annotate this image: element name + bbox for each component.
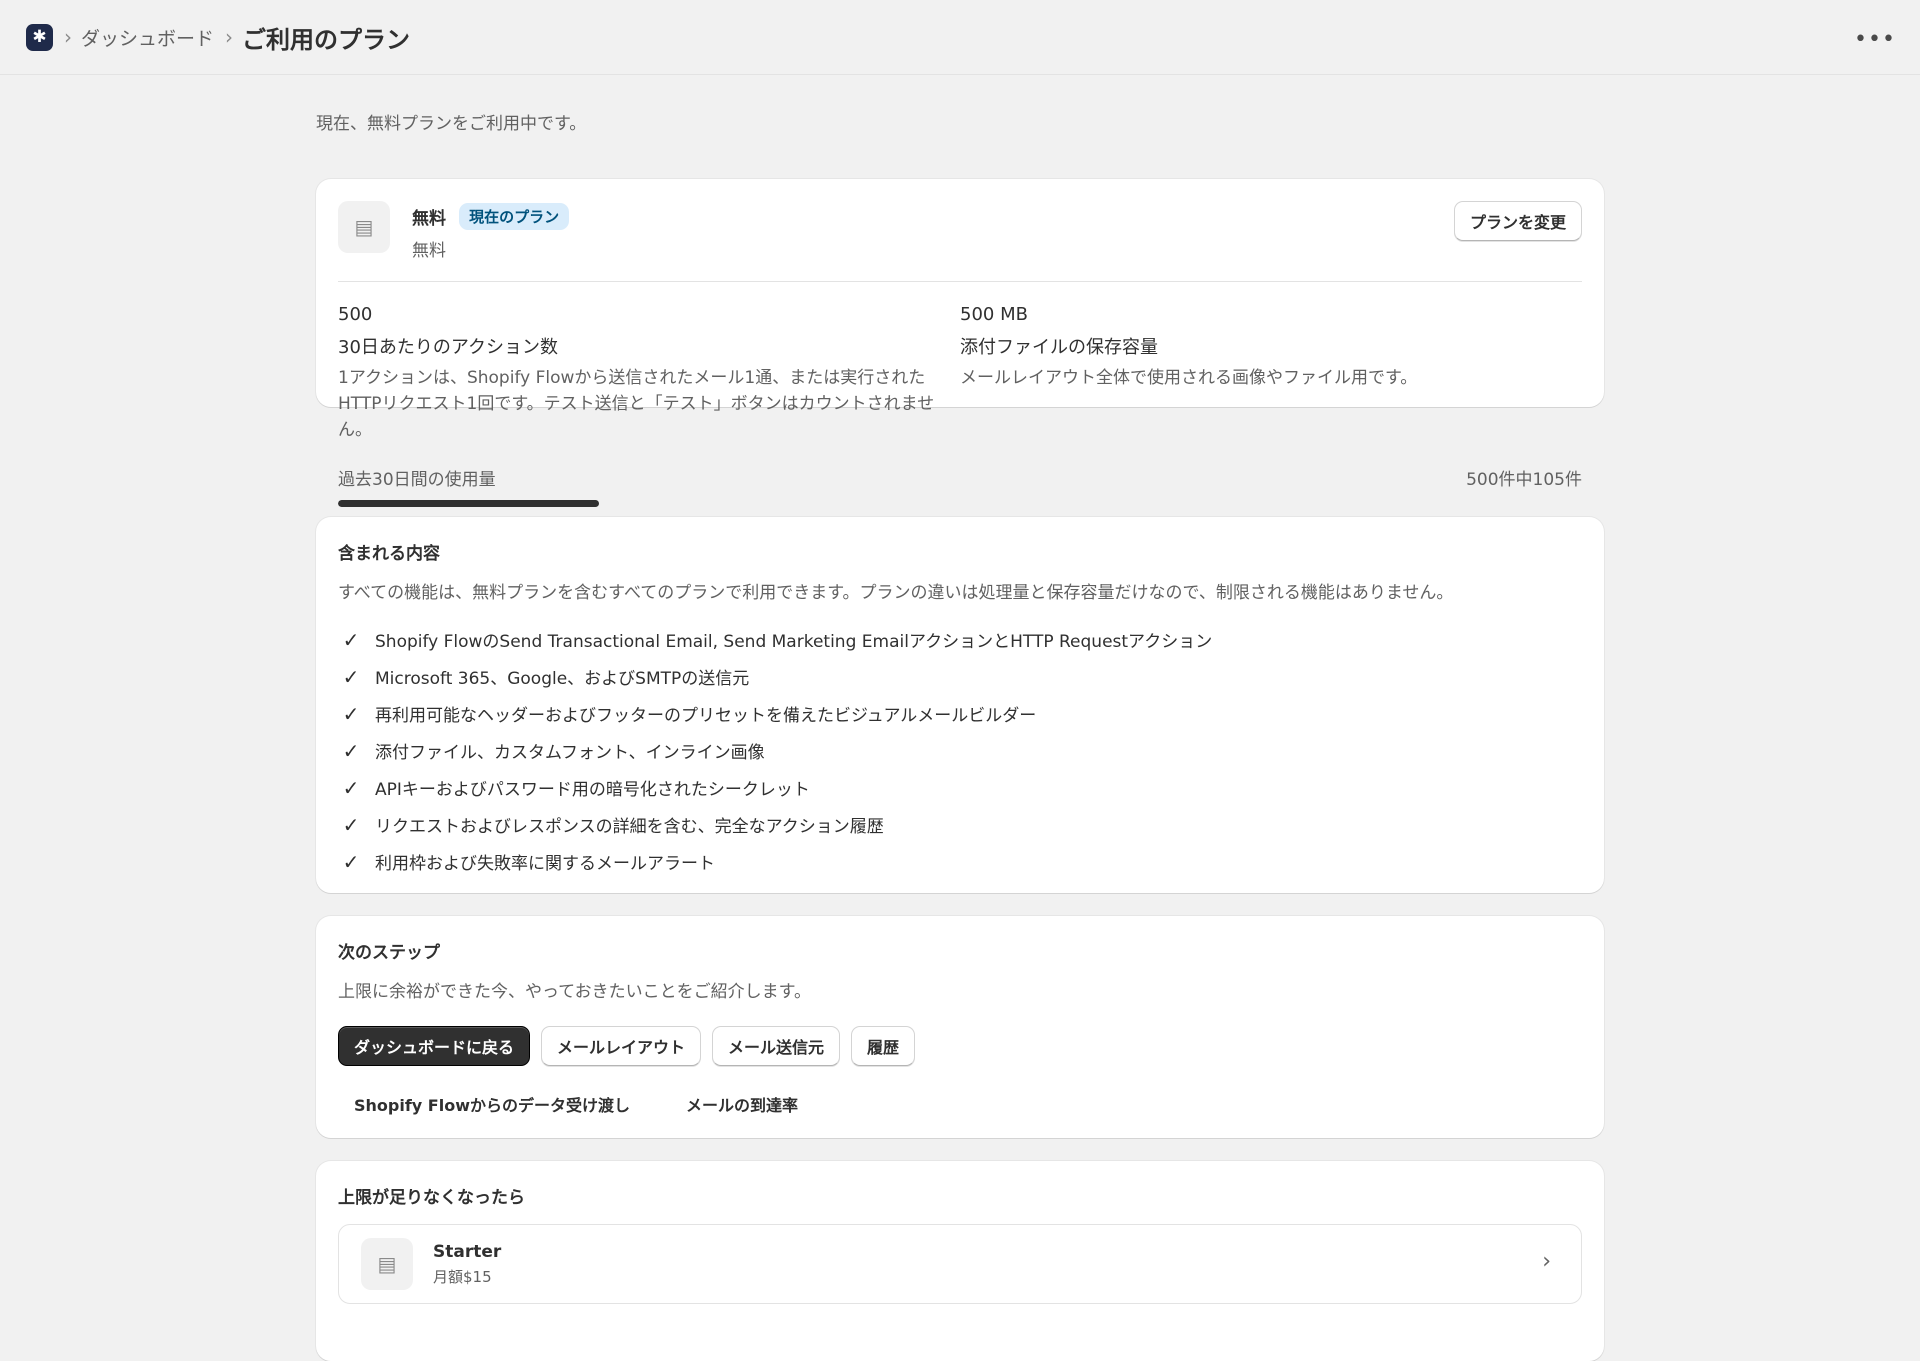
- included-title: 含まれる内容: [338, 544, 440, 564]
- history-button[interactable]: 履歴: [851, 1026, 916, 1066]
- included-description: すべての機能は、無料プランを含むすべてのプランで利用できます。プランの違いは処理…: [338, 583, 1454, 603]
- current-plan-card: ▤ 無料 現在のプラン 無料 プランを変更 500 30日あたりのアクション数 …: [316, 179, 1604, 507]
- change-plan-button[interactable]: プランを変更: [1453, 201, 1582, 241]
- starter-plan-price: 月額$15: [433, 1267, 492, 1286]
- feature-text: Shopify FlowのSend Transactional Email, S…: [375, 632, 1213, 652]
- upgrade-card: 上限が足りなくなったら ▤ Starter 月額$15 ›: [316, 1161, 1604, 1361]
- starter-plan-option[interactable]: ▤ Starter 月額$15 ›: [338, 1224, 1582, 1304]
- checkmark-icon: ✓: [342, 812, 360, 837]
- email-senders-button[interactable]: メール送信元: [712, 1026, 841, 1066]
- app-logo-icon[interactable]: ✱: [26, 23, 53, 51]
- checkmark-icon: ✓: [342, 738, 360, 763]
- checkmark-icon: ✓: [342, 849, 360, 874]
- usage-count: 500件中105件: [1466, 470, 1582, 490]
- storage-metric: 500 MB 添付ファイルの保存容量 メールレイアウト全体で使用される画像やファ…: [960, 304, 1582, 443]
- email-layouts-button[interactable]: メールレイアウト: [541, 1026, 702, 1066]
- flow-data-link[interactable]: Shopify Flowからのデータ受け渡し: [338, 1084, 646, 1124]
- page-intro: 現在、無料プランをご利用中です。: [316, 114, 587, 134]
- back-to-dashboard-button[interactable]: ダッシュボードに戻る: [338, 1026, 531, 1066]
- plan-icon: ▤: [361, 1238, 413, 1290]
- feature-text: APIキーおよびパスワード用の暗号化されたシークレット: [375, 780, 810, 800]
- upgrade-title: 上限が足りなくなったら: [338, 1188, 525, 1208]
- feature-text: 添付ファイル、カスタムフォント、インライン画像: [375, 743, 765, 763]
- usage-progress-fill: [338, 500, 600, 507]
- feature-text: Microsoft 365、Google、およびSMTPの送信元: [375, 669, 750, 689]
- feature-text: リクエストおよびレスポンスの詳細を含む、完全なアクション履歴: [375, 817, 884, 837]
- starter-plan-name: Starter: [433, 1241, 502, 1262]
- next-steps-title: 次のステップ: [338, 943, 440, 963]
- feature-item: ✓ APIキーおよびパスワード用の暗号化されたシークレット: [338, 769, 1582, 806]
- feature-list: ✓ Shopify FlowのSend Transactional Email, …: [338, 621, 1582, 880]
- plan-name: 無料: [412, 209, 446, 229]
- current-plan-badge: 現在のプラン: [459, 203, 570, 230]
- page-title: ご利用のプラン: [242, 25, 411, 54]
- next-steps-card: 次のステップ 上限に余裕ができた今、やっておきたいことをご紹介します。 ダッシュ…: [316, 916, 1604, 1138]
- next-steps-description: 上限に余裕ができた今、やっておきたいことをご紹介します。: [338, 982, 811, 1002]
- actions-metric: 500 30日あたりのアクション数 1アクションは、Shopify Flowから…: [338, 304, 960, 443]
- feature-item: ✓ Microsoft 365、Google、およびSMTPの送信元: [338, 658, 1582, 695]
- actions-label: 30日あたりのアクション数: [338, 337, 559, 358]
- chevron-right-icon: ›: [64, 25, 72, 49]
- storage-description: メールレイアウト全体で使用される画像やファイル用です。: [960, 368, 1418, 388]
- usage-label: 過去30日間の使用量: [338, 470, 496, 490]
- checkmark-icon: ✓: [342, 664, 360, 689]
- checkmark-icon: ✓: [342, 701, 360, 726]
- main-content: 現在、無料プランをご利用中です。 ▤ 無料 現在のプラン 無料 プランを変更 5…: [316, 75, 1604, 1361]
- chevron-right-icon: ›: [1542, 1249, 1551, 1274]
- feature-text: 利用枠および失敗率に関するメールアラート: [375, 854, 715, 874]
- storage-value: 500 MB: [960, 304, 1028, 325]
- actions-description: 1アクションは、Shopify Flowから送信されたメール1通、または実行され…: [338, 368, 935, 440]
- feature-text: 再利用可能なヘッダーおよびフッターのプリセットを備えたビジュアルメールビルダー: [375, 706, 1037, 726]
- feature-item: ✓ リクエストおよびレスポンスの詳細を含む、完全なアクション履歴: [338, 806, 1582, 843]
- plan-price: 無料: [412, 241, 446, 261]
- feature-item: ✓ Shopify FlowのSend Transactional Email, …: [338, 621, 1582, 658]
- checkmark-icon: ✓: [342, 775, 360, 800]
- feature-item: ✓ 利用枠および失敗率に関するメールアラート: [338, 843, 1582, 880]
- usage-progress-bar: [338, 500, 1582, 507]
- feature-item: ✓ 添付ファイル、カスタムフォント、インライン画像: [338, 732, 1582, 769]
- deliverability-link[interactable]: メールの到達率: [670, 1084, 814, 1124]
- more-actions-icon[interactable]: •••: [1854, 24, 1895, 54]
- plan-icon: ▤: [338, 201, 390, 253]
- feature-item: ✓ 再利用可能なヘッダーおよびフッターのプリセットを備えたビジュアルメールビルダー: [338, 695, 1582, 732]
- chevron-right-icon: ›: [225, 25, 234, 49]
- included-features-card: 含まれる内容 すべての機能は、無料プランを含むすべてのプランで利用できます。プラ…: [316, 517, 1604, 893]
- actions-value: 500: [338, 304, 373, 325]
- divider: [338, 281, 1582, 282]
- checkmark-icon: ✓: [342, 627, 360, 652]
- top-bar: ✱ › ダッシュボード › ご利用のプラン •••: [0, 0, 1920, 75]
- storage-label: 添付ファイルの保存容量: [960, 337, 1158, 358]
- breadcrumb-dashboard[interactable]: ダッシュボード: [81, 24, 214, 51]
